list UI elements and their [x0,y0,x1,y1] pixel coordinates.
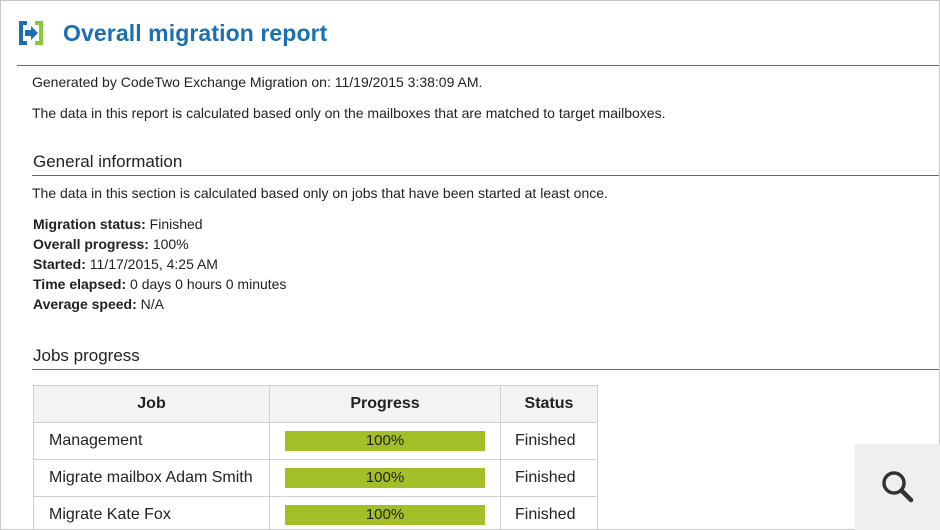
job-name: Migrate Kate Fox [33,496,270,529]
table-row: Migrate Kate Fox 100% Finished [33,496,598,529]
jobs-progress-heading: Jobs progress [33,346,140,365]
field-label: Started: [33,256,86,272]
field-label: Average speed: [33,296,137,312]
column-header-job: Job [33,385,270,423]
title-divider [17,65,939,66]
field-label: Time elapsed: [33,276,127,292]
field-value: N/A [140,296,164,312]
column-header-progress: Progress [269,385,501,423]
general-information-divider [32,175,939,176]
time-elapsed-row: Time elapsed: 0 days 0 hours 0 minutes [33,274,286,294]
page-title: Overall migration report [63,19,328,46]
table-header-row: Job Progress Status [33,385,598,423]
started-row: Started: 11/17/2015, 4:25 AM [33,254,286,274]
report-window: Overall migration report Generated by Co… [0,0,940,530]
zoom-search-button[interactable] [855,444,940,530]
progress-cell: 100% [269,422,501,460]
migration-summary: Migration status: Finished Overall progr… [33,214,286,314]
report-header: Overall migration report [17,15,327,51]
table-row: Migrate mailbox Adam Smith 100% Finished [33,459,598,497]
field-value: 0 days 0 hours 0 minutes [130,276,287,292]
progress-cell: 100% [269,459,501,497]
job-status: Finished [500,422,598,460]
field-value: Finished [149,216,203,232]
field-label: Overall progress: [33,236,149,252]
field-label: Migration status: [33,216,146,232]
overall-progress-row: Overall progress: 100% [33,234,286,254]
job-name: Management [33,422,270,460]
report-scope-note: The data in this report is calculated ba… [32,105,666,121]
progress-bar: 100% [285,468,485,488]
progress-bar: 100% [285,431,485,451]
job-status: Finished [500,459,598,497]
field-value: 11/17/2015, 4:25 AM [89,256,218,272]
generated-text: Generated by CodeTwo Exchange Migration … [32,74,483,90]
table-row: Management 100% Finished [33,422,598,460]
average-speed-row: Average speed: N/A [33,294,286,314]
search-icon [881,471,913,503]
migration-status-row: Migration status: Finished [33,214,286,234]
job-name: Migrate mailbox Adam Smith [33,459,270,497]
general-information-note: The data in this section is calculated b… [32,185,608,201]
jobs-progress-divider [32,369,939,370]
job-status: Finished [500,496,598,529]
progress-bar: 100% [285,505,485,525]
jobs-table: Job Progress Status Management 100% Fini… [33,385,598,529]
codetwo-logo-icon [19,21,43,45]
column-header-status: Status [500,385,598,423]
field-value: 100% [152,236,189,252]
progress-cell: 100% [269,496,501,529]
general-information-heading: General information [33,152,183,171]
